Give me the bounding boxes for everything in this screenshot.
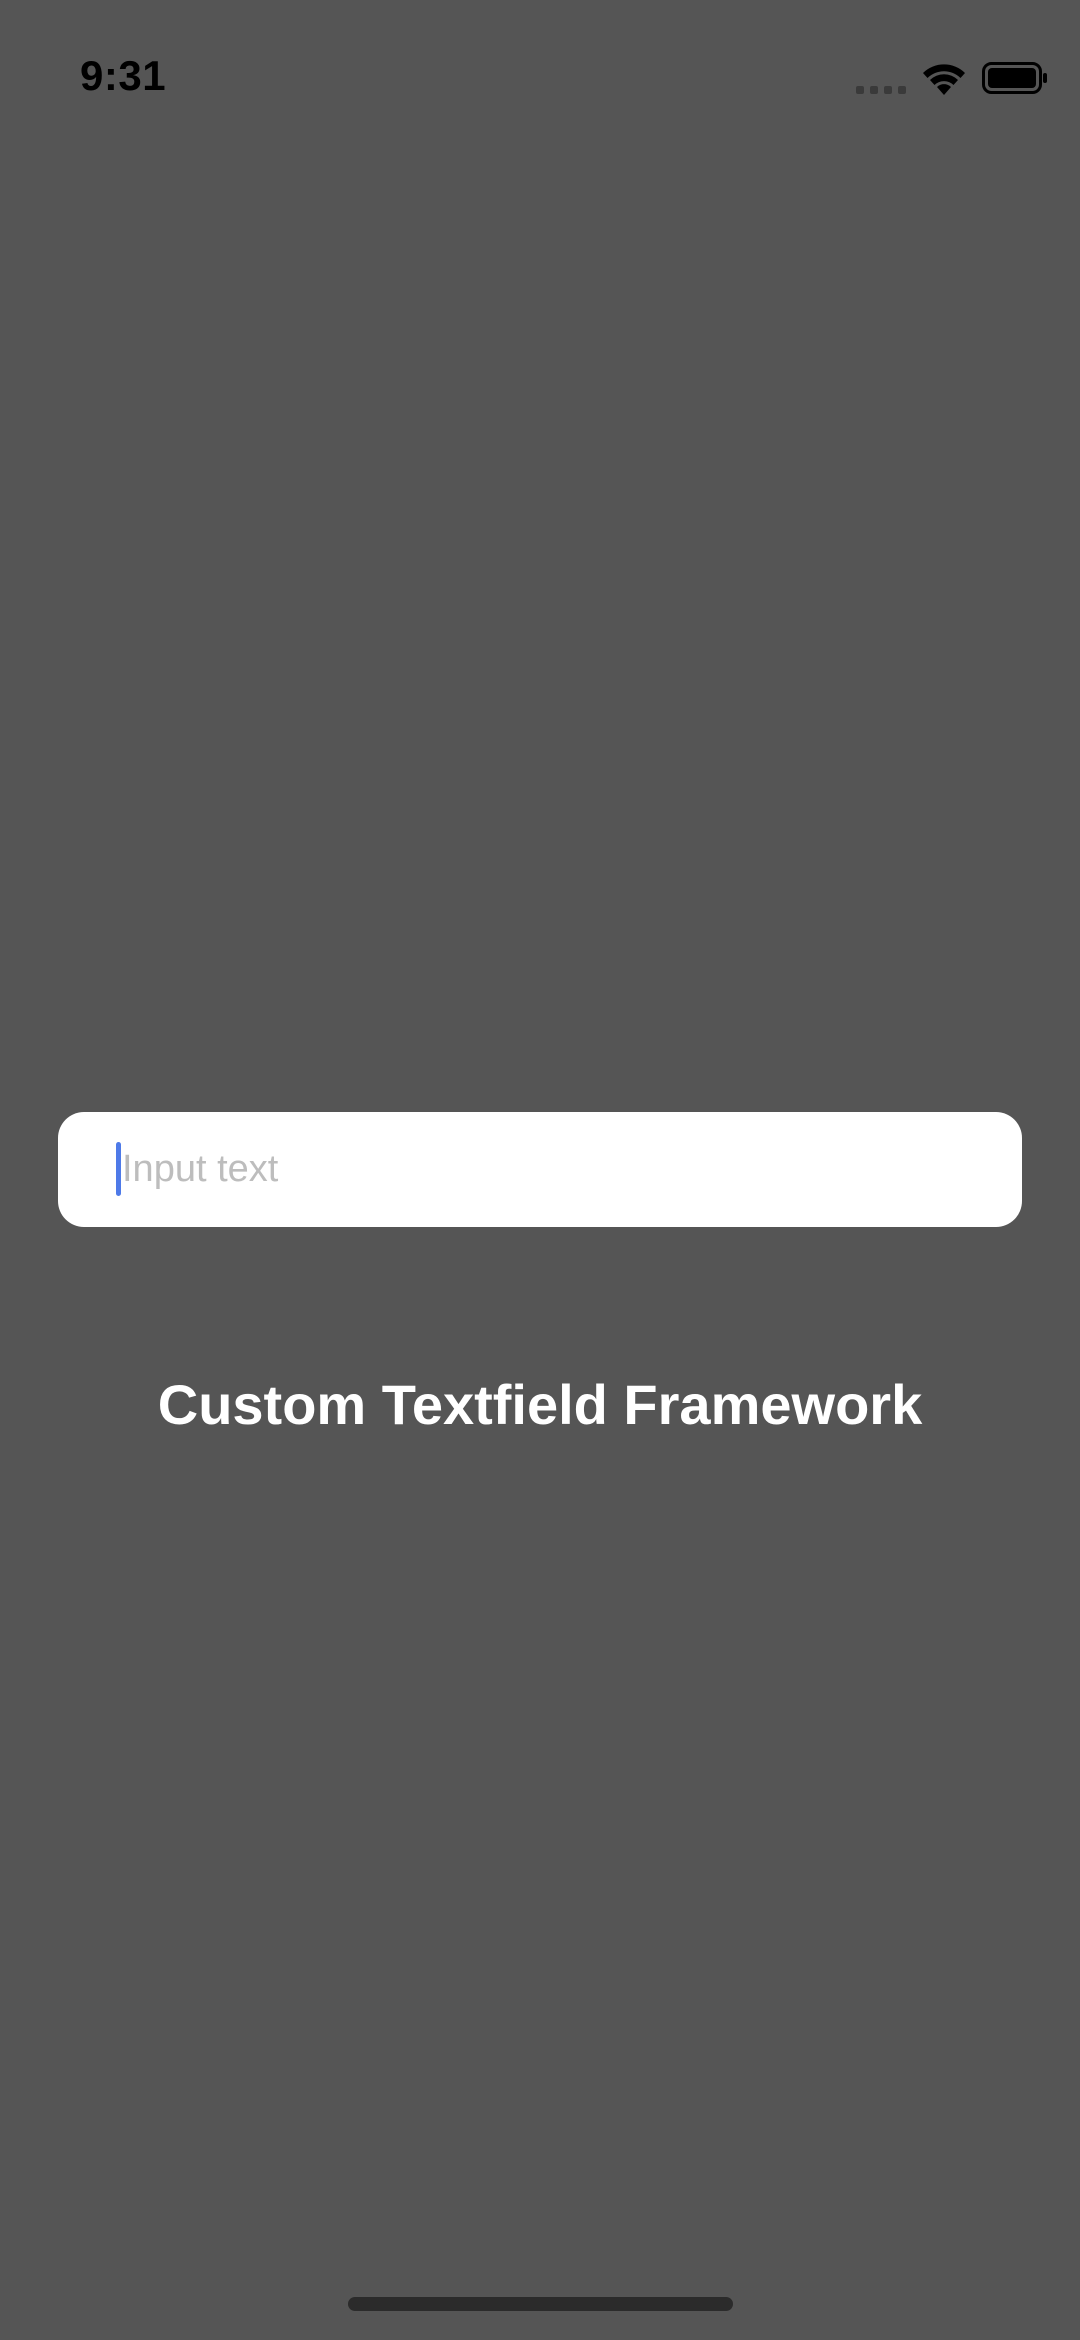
wifi-icon [923, 64, 965, 95]
text-input[interactable] [116, 1112, 1002, 1227]
cellular-signal-icon [856, 86, 906, 94]
text-field-container[interactable] [58, 1112, 1022, 1227]
status-time: 9:31 [80, 52, 167, 99]
app-screen: 9:31 Custom Textfield Framework [0, 0, 1080, 2340]
page-title: Custom Textfield Framework [157, 1373, 923, 1436]
status-bar: 9:31 [0, 0, 1080, 130]
home-indicator[interactable] [348, 2297, 733, 2311]
battery-icon [982, 62, 1047, 94]
